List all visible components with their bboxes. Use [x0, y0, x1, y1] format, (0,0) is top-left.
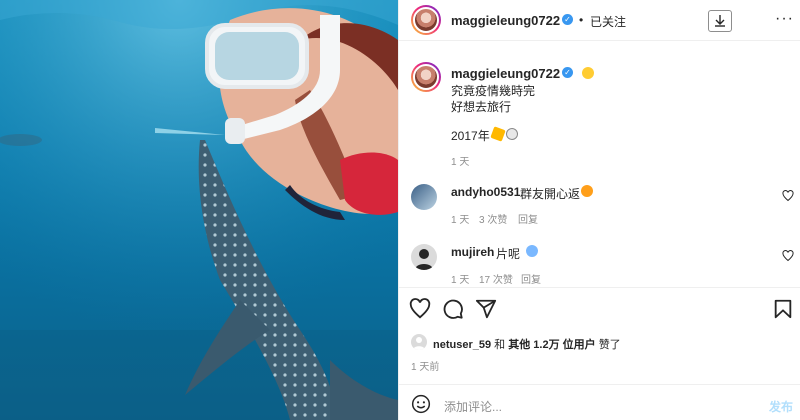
- likes-suffix: 赞了: [598, 339, 621, 351]
- more-options-icon[interactable]: ···: [775, 10, 794, 28]
- comment-time: 1 天: [451, 275, 470, 286]
- comment-text: 片呢: [496, 247, 521, 261]
- heart-eyes-emoji: [581, 185, 593, 197]
- caption-line-2: 好想去旅行: [451, 100, 512, 114]
- default-avatar-icon: [415, 249, 433, 270]
- comment-username[interactable]: andyho0531: [451, 185, 520, 199]
- commenter-avatar[interactable]: [411, 184, 437, 210]
- heart-icon[interactable]: [409, 298, 431, 320]
- comment-text: 群友開心返: [520, 187, 581, 201]
- likes-and: 和: [494, 339, 506, 351]
- reply-button[interactable]: 回复: [521, 271, 541, 286]
- sparkle-emoji: [490, 126, 506, 142]
- caption-line-3: 2017年: [451, 129, 490, 143]
- comment-likes[interactable]: 3 次赞: [479, 211, 507, 226]
- divider: [399, 287, 800, 288]
- verified-icon: ✓: [562, 14, 573, 25]
- divider: [399, 384, 800, 385]
- caption-time: 1 天: [451, 157, 470, 168]
- post-dialog: maggieleung0722 ✓ • 已关注 ··· maggieleung0…: [0, 0, 800, 420]
- download-icon: [715, 15, 725, 27]
- liker-avatar[interactable]: [411, 334, 427, 350]
- comment-username[interactable]: mujireh: [451, 245, 494, 259]
- default-avatar-icon: [413, 337, 425, 350]
- bookmark-icon[interactable]: [772, 298, 794, 320]
- likes-others[interactable]: 其他 1.2万 位用户: [508, 339, 595, 351]
- comment-input[interactable]: 添加评论...: [444, 398, 502, 415]
- reply-button[interactable]: 回复: [518, 211, 538, 226]
- crying-laugh-emoji: [526, 245, 538, 257]
- swirl-emoji: [506, 128, 518, 140]
- commenter-avatar[interactable]: [411, 244, 437, 270]
- share-icon[interactable]: [475, 298, 497, 320]
- comment-like-icon[interactable]: [782, 190, 794, 202]
- likes-summary: netuser_59 和 其他 1.2万 位用户 赞了: [433, 336, 621, 352]
- smile-icon[interactable]: [411, 394, 431, 414]
- comment-time: 1 天: [451, 215, 470, 226]
- caption-line-1: 究竟疫情幾時完: [451, 84, 536, 98]
- post-photo[interactable]: [0, 0, 398, 420]
- author-avatar[interactable]: [411, 5, 441, 35]
- post-header: maggieleung0722 ✓ • 已关注 ···: [399, 0, 800, 41]
- comment-icon[interactable]: [442, 298, 464, 320]
- post-date[interactable]: 1 天前: [411, 358, 439, 373]
- comment-like-icon[interactable]: [782, 250, 794, 262]
- publish-button[interactable]: 发布: [769, 398, 793, 415]
- comment-likes[interactable]: 17 次赞: [479, 271, 513, 286]
- grin-emoji: [582, 67, 594, 79]
- verified-icon: ✓: [562, 67, 573, 78]
- follow-status-button[interactable]: 已关注: [590, 13, 626, 30]
- underwater-photo: [0, 0, 398, 420]
- caption-username[interactable]: maggieleung0722: [451, 66, 560, 81]
- caption-avatar[interactable]: [411, 62, 441, 92]
- download-button[interactable]: [708, 10, 732, 32]
- author-username[interactable]: maggieleung0722: [451, 13, 560, 28]
- follow-separator: •: [579, 13, 584, 27]
- liker-username[interactable]: netuser_59: [433, 339, 491, 351]
- post-detail-panel: maggieleung0722 ✓ • 已关注 ··· maggieleung0…: [398, 0, 800, 420]
